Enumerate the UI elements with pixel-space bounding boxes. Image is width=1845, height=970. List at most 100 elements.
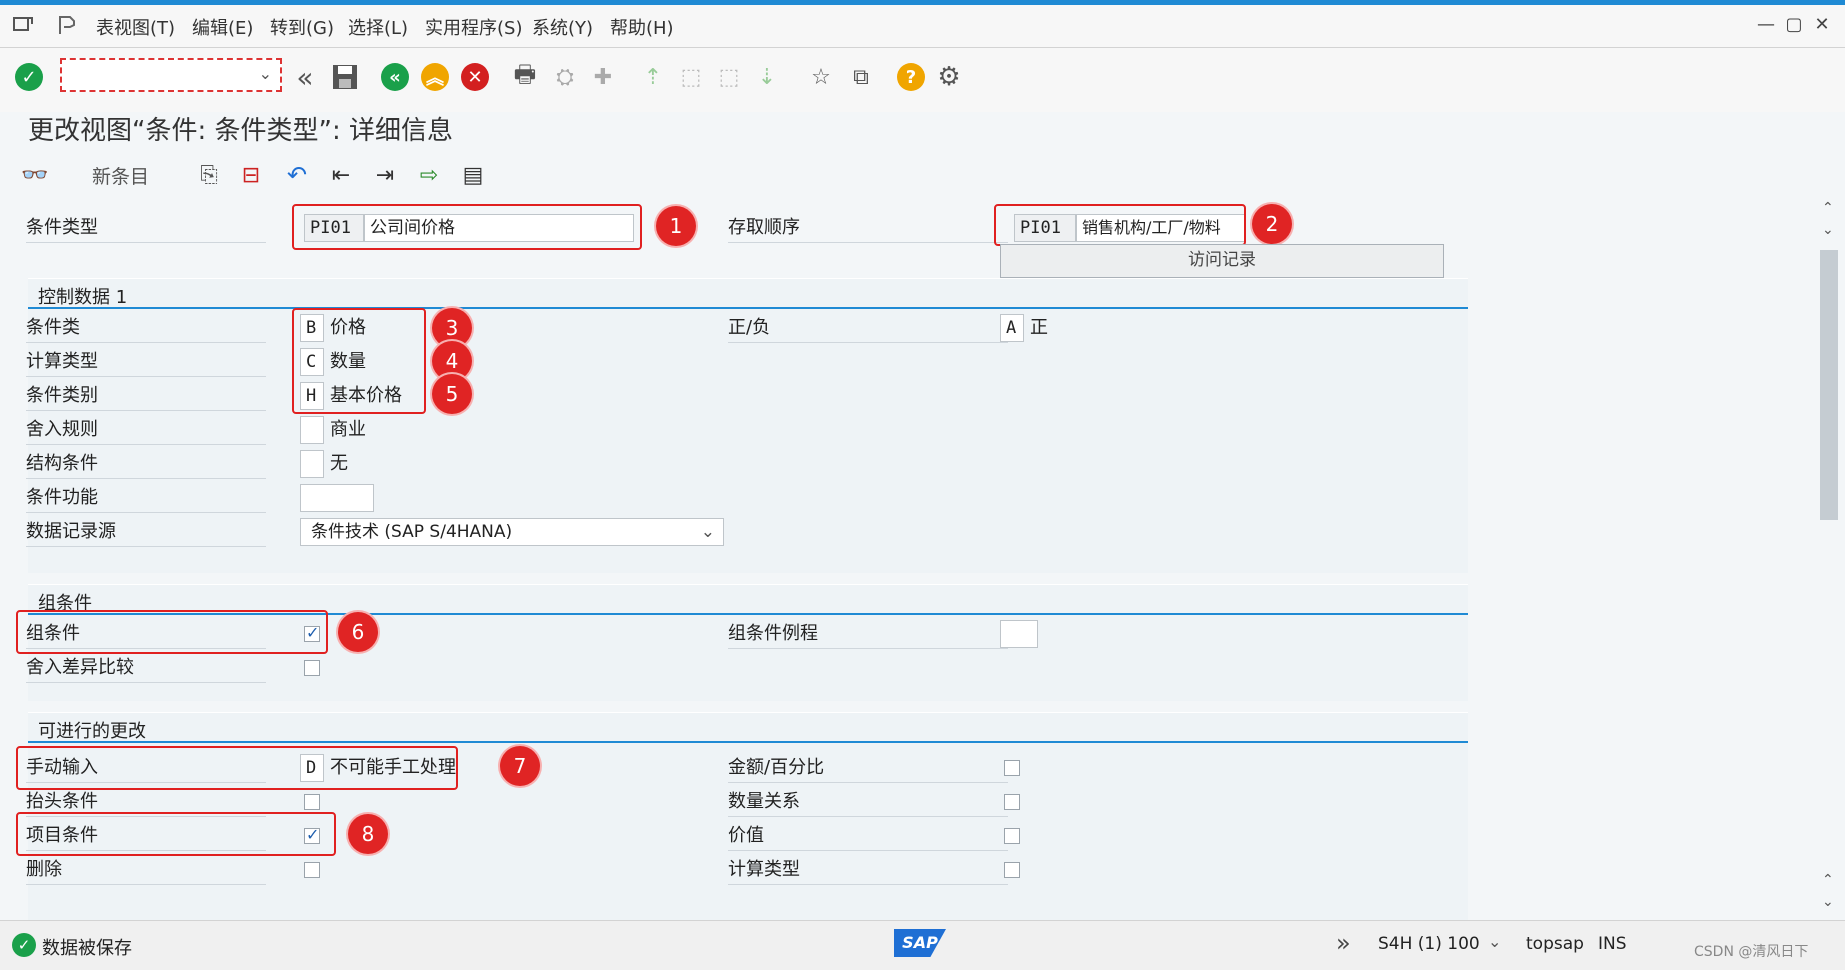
new-entries-button[interactable]: 新条目 <box>92 162 149 189</box>
chevron-down-icon[interactable]: ⌄ <box>1488 932 1501 951</box>
minimize-icon[interactable]: — <box>1756 15 1776 35</box>
highlight-box-3-5 <box>292 308 426 414</box>
data-source-label: 数据记录源 <box>26 518 266 547</box>
next-page-icon[interactable]: ⬚ <box>714 62 744 92</box>
page-title: 更改视图“条件: 条件类型”: 详细信息 <box>28 116 453 146</box>
copy-as-icon[interactable]: ⎘ <box>194 160 224 190</box>
menu-system[interactable]: 系统(Y) <box>532 14 593 40</box>
marker-8: 8 <box>348 814 388 854</box>
sap-logo-icon: SAP <box>894 929 946 957</box>
scroll-down-icon[interactable]: ⌄ <box>1822 222 1834 238</box>
marker-6: 6 <box>338 612 378 652</box>
calc-type-change-label: 计算类型 <box>728 856 1008 885</box>
access-seq-label: 存取顺序 <box>728 214 1008 243</box>
chevron-down-icon: ⌄ <box>258 64 272 83</box>
delete-icon[interactable]: ⊟ <box>236 160 266 190</box>
double-chevron-right-icon[interactable]: » <box>1336 929 1351 957</box>
highlight-box-6 <box>16 610 328 654</box>
calc-type-label: 计算类型 <box>26 348 266 377</box>
maximize-icon[interactable]: ▢ <box>1784 15 1804 35</box>
delete-label: 删除 <box>26 856 266 885</box>
settings-gear-icon[interactable]: ⚙ <box>934 62 964 92</box>
section-title-control: 控制数据 1 <box>38 287 128 308</box>
watermark: CSDN @清风日下 <box>1694 944 1809 960</box>
display-change-glasses-icon[interactable]: 👓 <box>20 160 50 190</box>
qty-relation-label: 数量关系 <box>728 788 1008 817</box>
system-toolbar: ✓ ⌄ « « ︽ ✕ 🖶 ⛭ ✚ ⇡ ⬚ ⬚ ⇣ ☆ ⧉ ? ⚙ <box>0 48 1845 112</box>
success-icon: ✓ <box>12 933 36 957</box>
scroll-up-bottom-icon[interactable]: ⌃ <box>1822 872 1834 888</box>
plus-minus-code-field[interactable]: A <box>1000 314 1024 342</box>
application-toolbar: 👓 新条目 ⎘ ⊟ ↶ ⇤ ⇥ ⇨ ▤ <box>0 150 1845 200</box>
double-chevron-left-icon[interactable]: « <box>290 61 320 94</box>
cond-function-field[interactable] <box>300 484 374 512</box>
data-source-value: 条件技术 (SAP S/4HANA) <box>311 522 513 542</box>
header-cond-checkbox[interactable] <box>304 794 320 810</box>
group-routine-label: 组条件例程 <box>728 620 1008 649</box>
menu-goto[interactable]: 转到(G) <box>270 14 334 40</box>
find-next-icon[interactable]: ✚ <box>588 62 618 92</box>
marker-1: 1 <box>656 206 696 246</box>
system-info[interactable]: S4H (1) 100 <box>1378 934 1480 954</box>
highlight-box-2 <box>994 204 1246 246</box>
delete-checkbox[interactable] <box>304 862 320 878</box>
content-area: 条件类型 PI01 公司间价格 1 存取顺序 PI01 销售机构/工厂/物料 2… <box>14 200 1814 921</box>
previous-page-icon[interactable]: ⬚ <box>676 62 706 92</box>
find-icon[interactable]: ⛭ <box>550 62 580 92</box>
scroll-thumb[interactable] <box>1820 250 1838 520</box>
enter-icon[interactable]: ✓ <box>14 62 44 92</box>
marker-7: 7 <box>500 746 540 786</box>
print-icon[interactable]: 🖶 <box>510 60 540 92</box>
value-checkbox[interactable] <box>1004 828 1020 844</box>
rounding-diff-checkbox[interactable] <box>304 660 320 676</box>
calc-type-change-checkbox[interactable] <box>1004 862 1020 878</box>
scroll-down-bottom-icon[interactable]: ⌄ <box>1822 894 1834 910</box>
print-list-icon[interactable]: ▤ <box>458 160 488 190</box>
struct-desc: 无 <box>330 453 348 474</box>
command-field[interactable]: ⌄ <box>60 58 282 92</box>
vertical-scrollbar[interactable]: ⌃ ⌄ ⌃ ⌄ <box>1818 200 1840 920</box>
menu-edit[interactable]: 编辑(E) <box>192 14 253 40</box>
menu-help[interactable]: 帮助(H) <box>610 14 674 40</box>
next-entry-icon[interactable]: ⇥ <box>370 160 400 190</box>
help-icon[interactable]: ? <box>896 62 926 92</box>
last-page-icon[interactable]: ⇣ <box>752 62 782 92</box>
close-icon[interactable]: ✕ <box>1812 15 1832 35</box>
save-icon[interactable] <box>330 62 360 92</box>
amount-percent-label: 金额/百分比 <box>728 754 1008 783</box>
transport-icon[interactable]: ⇨ <box>414 160 444 190</box>
highlight-box-7 <box>16 746 458 790</box>
rounding-diff-label: 舍入差异比较 <box>26 654 266 683</box>
struct-code-field[interactable] <box>300 450 324 478</box>
menu-table-view[interactable]: 表视图(T) <box>96 14 175 40</box>
host-name: topsap <box>1526 934 1584 954</box>
group-routine-field[interactable] <box>1000 620 1038 648</box>
access-records-button[interactable]: 访问记录 <box>1000 244 1444 278</box>
marker-5: 5 <box>432 374 472 414</box>
exit-icon[interactable]: ︽ <box>420 62 450 92</box>
cond-type-label: 条件类型 <box>26 214 266 243</box>
new-session-icon[interactable]: ☆ <box>806 62 836 92</box>
rounding-code-field[interactable] <box>300 416 324 444</box>
highlight-box-1 <box>292 204 642 250</box>
undo-icon[interactable]: ↶ <box>282 160 312 190</box>
sap-logo-icon[interactable] <box>56 14 78 41</box>
status-message: 数据被保存 <box>42 938 132 959</box>
cancel-icon[interactable]: ✕ <box>460 62 490 92</box>
menu-selection[interactable]: 选择(L) <box>348 14 408 40</box>
shortcut-icon[interactable]: ⧉ <box>846 62 876 92</box>
scroll-up-icon[interactable]: ⌃ <box>1822 200 1834 216</box>
first-page-icon[interactable]: ⇡ <box>638 62 668 92</box>
menu-icon[interactable] <box>12 14 34 39</box>
back-icon[interactable]: « <box>380 62 410 92</box>
amount-percent-checkbox[interactable] <box>1004 760 1020 776</box>
rounding-label: 舍入规则 <box>26 416 266 445</box>
rounding-desc: 商业 <box>330 419 366 440</box>
cond-category-label: 条件类别 <box>26 382 266 411</box>
highlight-box-8 <box>16 812 336 856</box>
qty-relation-checkbox[interactable] <box>1004 794 1020 810</box>
menu-bar: 表视图(T) 编辑(E) 转到(G) 选择(L) 实用程序(S) 系统(Y) 帮… <box>0 5 1845 48</box>
data-source-select[interactable]: 条件技术 (SAP S/4HANA) ⌄ <box>300 518 724 546</box>
previous-entry-icon[interactable]: ⇤ <box>326 160 356 190</box>
menu-utilities[interactable]: 实用程序(S) <box>425 14 522 40</box>
